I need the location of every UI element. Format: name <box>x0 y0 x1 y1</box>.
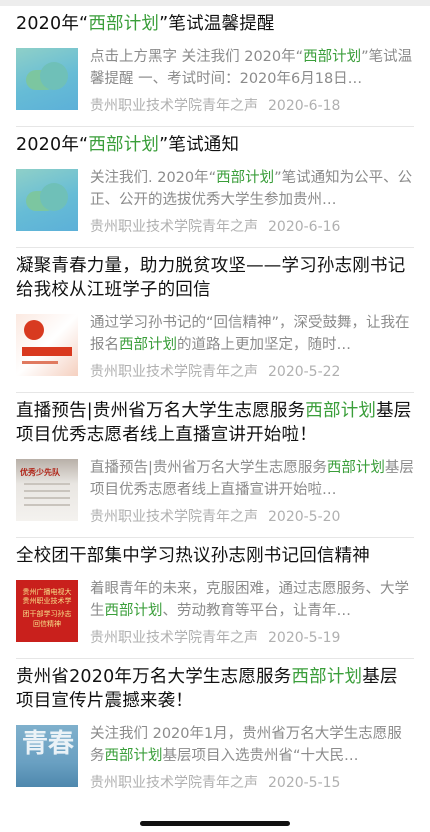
thumbnail-caption: 贵州职业技术学 <box>22 597 72 605</box>
article-date: 2020-6-16 <box>268 219 341 235</box>
article-source: 贵州职业技术学院青年之声 <box>90 364 258 380</box>
article-summary: 关注我们 2020年1月，贵州省万名大学生志愿服务西部计划基层项目入选贵州省“十… <box>90 726 402 764</box>
thumbnail-caption: 贵州广播电视大 <box>22 588 72 596</box>
keyword-highlight: 西部计划 <box>216 170 275 186</box>
article-meta: 贵州职业技术学院青年之声 2020-5-20 <box>90 507 414 527</box>
article-source: 贵州职业技术学院青年之声 <box>90 509 258 525</box>
article-meta: 贵州职业技术学院青年之声 2020-5-22 <box>90 362 414 382</box>
article-item[interactable]: 凝聚青春力量，助力脱贫攻坚——学习孙志刚书记给我校从江班学子的回信 通过学习孙书… <box>16 248 414 393</box>
article-title: 直播预告|贵州省万名大学生志愿服务西部计划基层项目优秀志愿者线上直播宣讲开始啦！ <box>16 401 412 445</box>
keyword-highlight: 西部计划 <box>291 667 363 687</box>
article-title: 贵州省2020年万名大学生志愿服务西部计划基层项目宣传片震撼来袭！ <box>16 667 398 711</box>
article-date: 2020-5-20 <box>268 509 341 525</box>
article-item[interactable]: 2020年“西部计划”笔试温馨提醒 点击上方黑字 关注我们 2020年“西部计划… <box>16 6 414 127</box>
keyword-highlight: 西部计划 <box>104 748 163 764</box>
article-source: 贵州职业技术学院青年之声 <box>90 98 258 114</box>
keyword-highlight: 西部计划 <box>88 14 160 34</box>
article-date: 2020-5-22 <box>268 364 341 380</box>
article-title: 2020年“西部计划”笔试温馨提醒 <box>16 14 275 34</box>
article-title: 全校团干部集中学习热议孙志刚书记回信精神 <box>16 546 370 566</box>
article-item[interactable]: 2020年“西部计划”笔试通知 关注我们. 2020年“西部计划”笔试通知为公平… <box>16 127 414 248</box>
thumbnail-caption: 回信精神 <box>33 620 61 628</box>
article-summary: 直播预告|贵州省万名大学生志愿服务西部计划基层项目优秀志愿者线上直播宣讲开始啦… <box>90 460 414 498</box>
article-title: 凝聚青春力量，助力脱贫攻坚——学习孙志刚书记给我校从江班学子的回信 <box>16 256 406 300</box>
article-summary: 通过学习孙书记的“回信精神”，深受鼓舞，让我在报名西部计划的道路上更加坚定，随时… <box>90 315 410 353</box>
article-source: 贵州职业技术学院青年之声 <box>90 630 258 646</box>
article-meta: 贵州职业技术学院青年之声 2020-5-15 <box>90 773 414 793</box>
red-banner-thumbnail: 贵州广播电视大 贵州职业技术学 团干部学习孙志 回信精神 <box>16 580 78 642</box>
article-source: 贵州职业技术学院青年之声 <box>90 775 258 791</box>
article-date: 2020-5-19 <box>268 630 341 646</box>
keyword-highlight: 西部计划 <box>104 603 163 619</box>
article-title: 2020年“西部计划”笔试通知 <box>16 135 240 155</box>
article-list: 2020年“西部计划”笔试温馨提醒 点击上方黑字 关注我们 2020年“西部计划… <box>0 6 430 803</box>
youth-spring-thumbnail: 青春 <box>16 725 78 787</box>
article-meta: 贵州职业技术学院青年之声 2020-6-18 <box>90 96 414 116</box>
keyword-highlight: 西部计划 <box>88 135 160 155</box>
article-source: 贵州职业技术学院青年之声 <box>90 219 258 235</box>
article-meta: 贵州职业技术学院青年之声 2020-6-16 <box>90 217 414 237</box>
thumbnail-caption: 团干部学习孙志 <box>22 610 72 618</box>
article-meta: 贵州职业技术学院青年之声 2020-5-19 <box>90 628 414 648</box>
cloud-thumbnail <box>16 169 78 231</box>
thumbnail-caption: 青春 <box>22 729 75 759</box>
article-summary: 关注我们. 2020年“西部计划”笔试通知为公平、公正、公开的选拔优秀大学生参加… <box>90 170 413 208</box>
volunteer-board-thumbnail: 优秀少先队 <box>16 459 78 521</box>
keyword-highlight: 西部计划 <box>305 401 377 421</box>
article-item[interactable]: 直播预告|贵州省万名大学生志愿服务西部计划基层项目优秀志愿者线上直播宣讲开始啦！… <box>16 393 414 538</box>
article-summary: 点击上方黑字 关注我们 2020年“西部计划”笔试温馨提醒 一、考试时间：202… <box>90 49 413 87</box>
article-date: 2020-5-15 <box>268 775 341 791</box>
article-date: 2020-6-18 <box>268 98 341 114</box>
article-item[interactable]: 全校团干部集中学习热议孙志刚书记回信精神 贵州广播电视大 贵州职业技术学 团干部… <box>16 538 414 659</box>
keyword-highlight: 西部计划 <box>119 337 177 353</box>
article-item[interactable]: 贵州省2020年万名大学生志愿服务西部计划基层项目宣传片震撼来袭！ 青春 关注我… <box>16 659 414 803</box>
article-summary: 着眼青年的未来，克服困难，通过志愿服务、大学生西部计划、劳动教育等平台，让青年… <box>90 581 409 619</box>
keyword-highlight: 西部计划 <box>303 49 362 65</box>
poverty-alleviation-thumbnail <box>16 314 78 376</box>
cloud-thumbnail <box>16 48 78 110</box>
thumbnail-caption: 优秀少先队 <box>20 468 60 477</box>
keyword-highlight: 西部计划 <box>326 460 385 476</box>
home-indicator[interactable] <box>140 821 290 826</box>
